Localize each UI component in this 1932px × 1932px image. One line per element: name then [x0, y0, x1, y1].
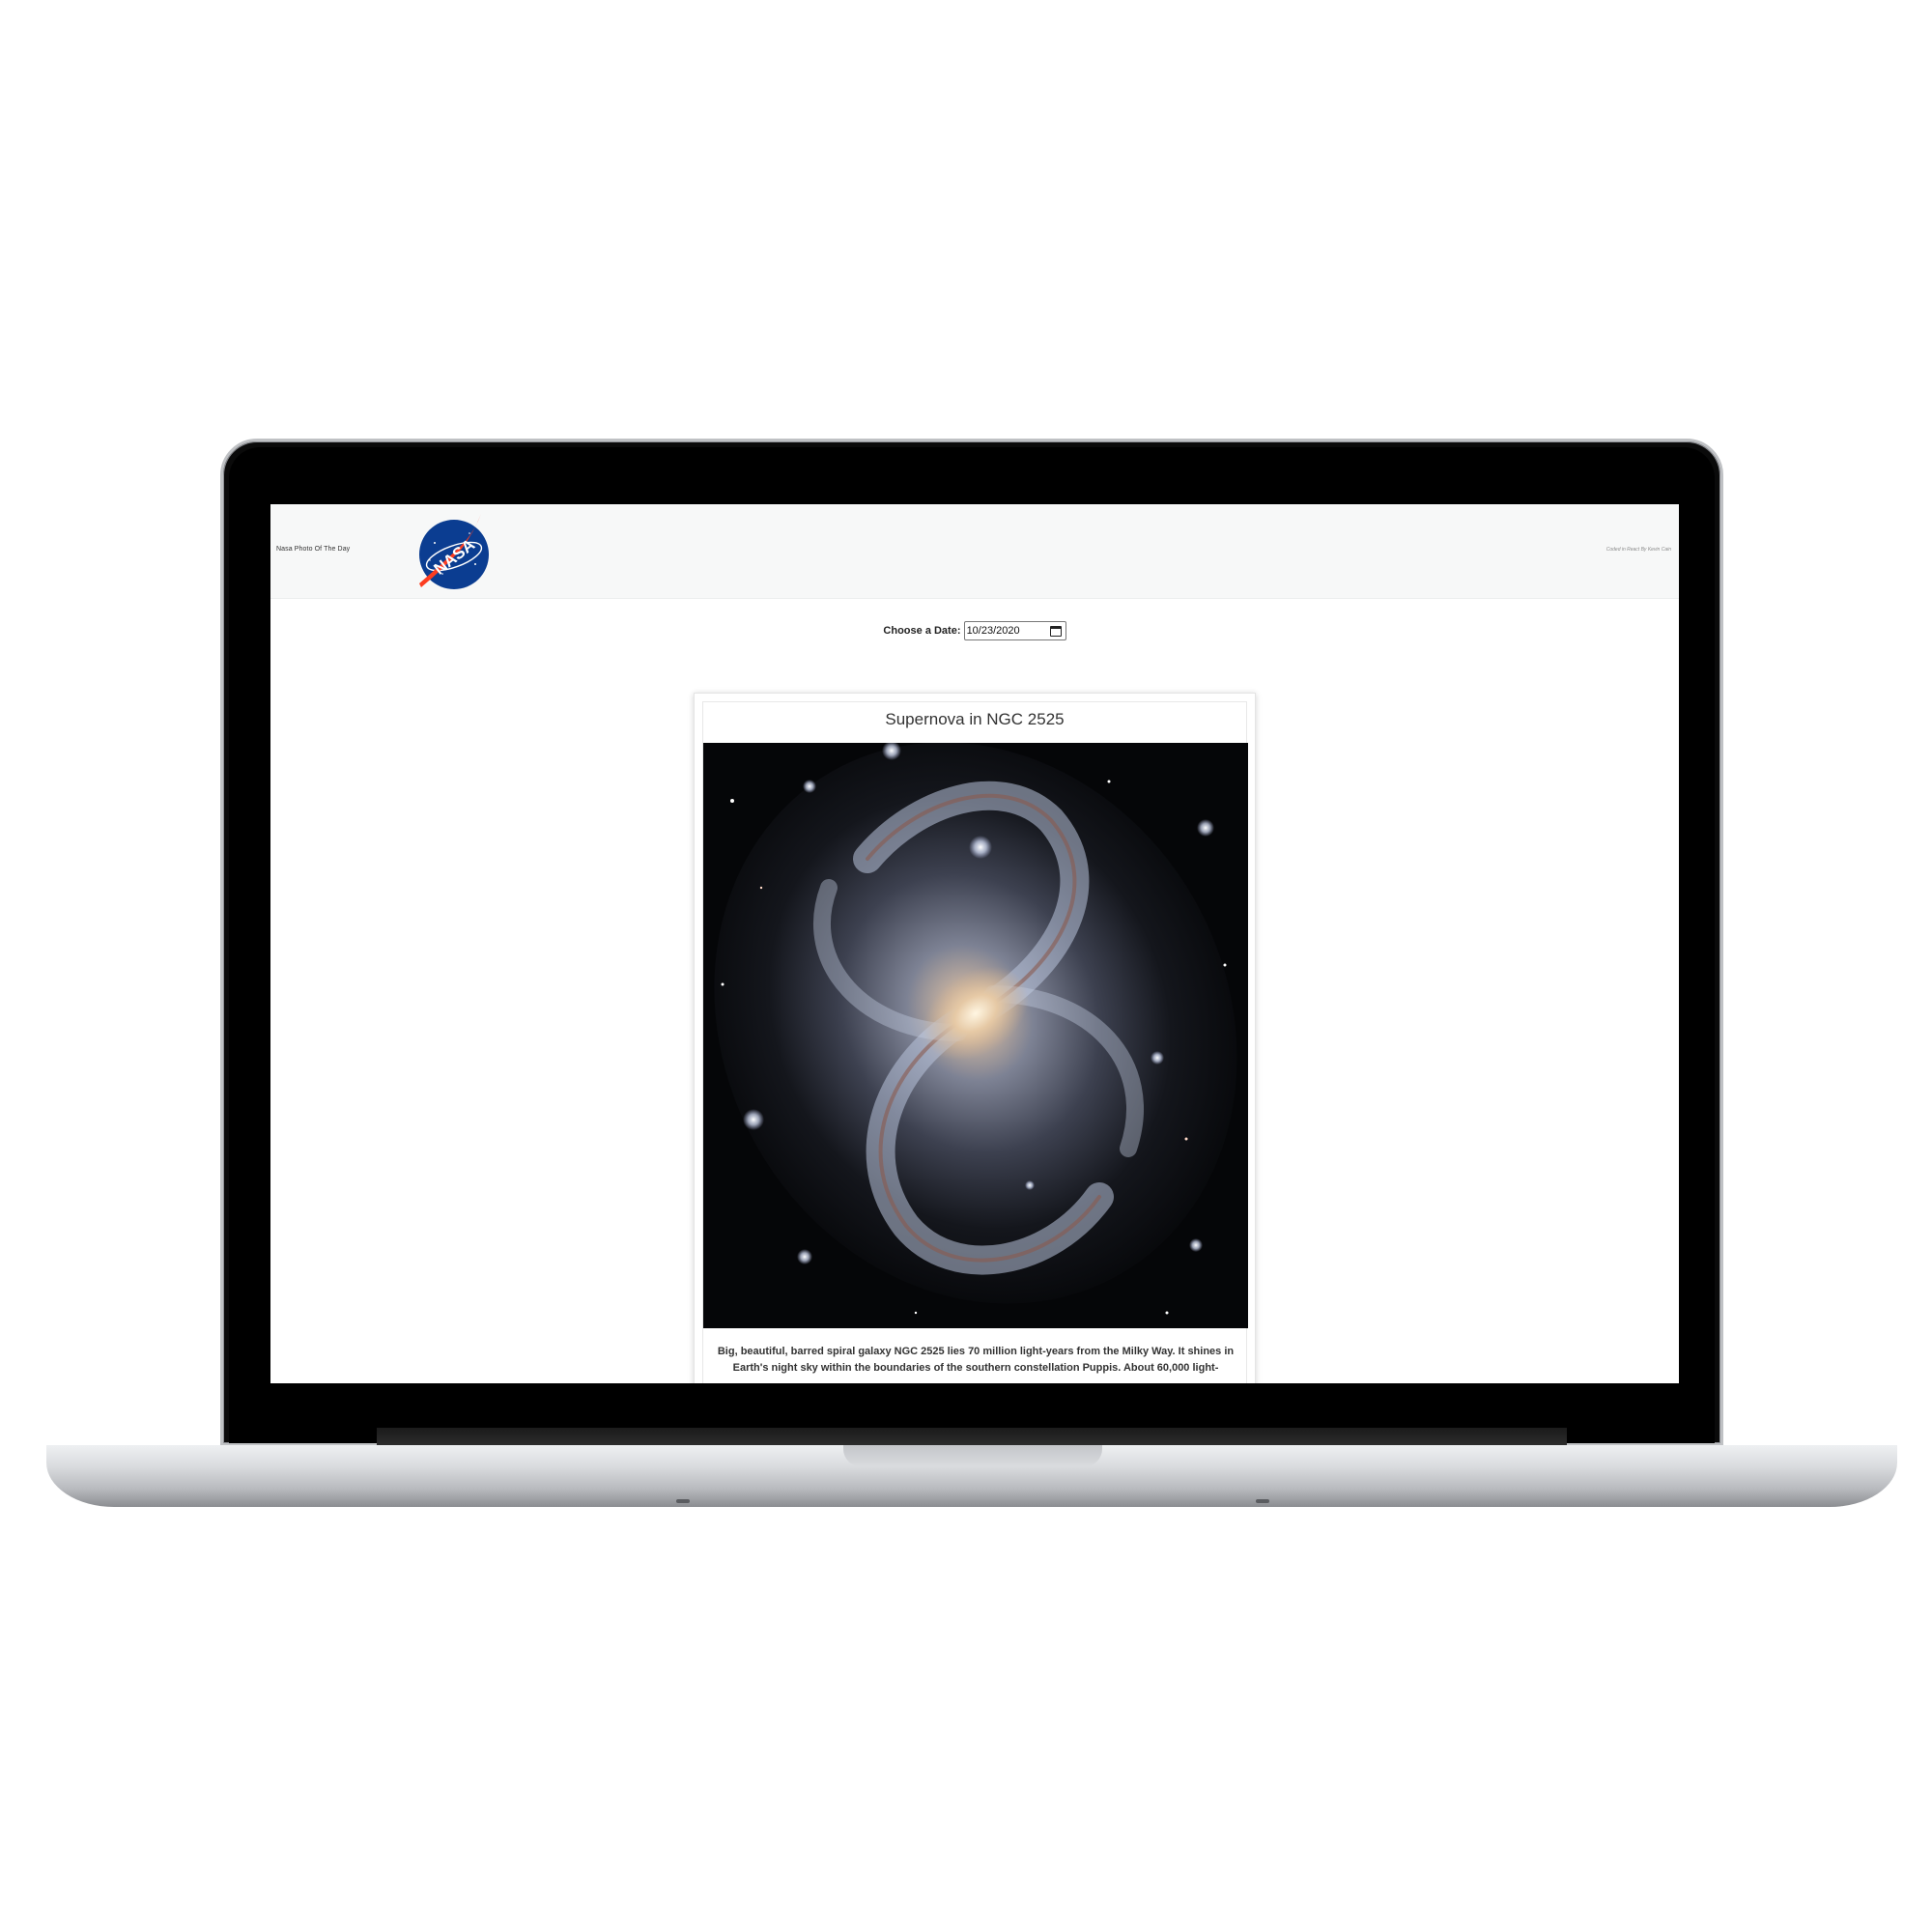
laptop-foot [1256, 1499, 1269, 1503]
navbar: Nasa Photo Of The Day NASA Coded in Reac… [270, 504, 1679, 599]
photo-title: Supernova in NGC 2525 [885, 710, 1065, 728]
date-value: 10/23/2020 [966, 625, 1020, 637]
brand-title[interactable]: Nasa Photo Of The Day [276, 546, 350, 553]
calendar-icon[interactable] [1049, 626, 1062, 637]
card-body: Supernova in NGC 2525 Big, beautiful, ba… [702, 701, 1248, 1383]
date-label: Choose a Date: [883, 625, 961, 637]
photo-explanation: Big, beautiful, barred spiral galaxy NGC… [717, 1346, 1235, 1374]
laptop-foot [676, 1499, 690, 1503]
date-picker-row: Choose a Date: 10/23/2020 [270, 621, 1679, 640]
date-input[interactable]: 10/23/2020 [963, 621, 1066, 640]
credit-text: Coded in React By Kevin Cain [1605, 547, 1671, 553]
laptop-notch [843, 1445, 1102, 1466]
browser-viewport: Nasa Photo Of The Day NASA Coded in Reac… [270, 504, 1679, 1383]
nasa-logo-icon[interactable]: NASA [406, 504, 502, 601]
galaxy-photo[interactable] [703, 743, 1248, 1328]
apod-card: Supernova in NGC 2525 Big, beautiful, ba… [694, 693, 1256, 1383]
laptop-hinge [377, 1428, 1567, 1445]
